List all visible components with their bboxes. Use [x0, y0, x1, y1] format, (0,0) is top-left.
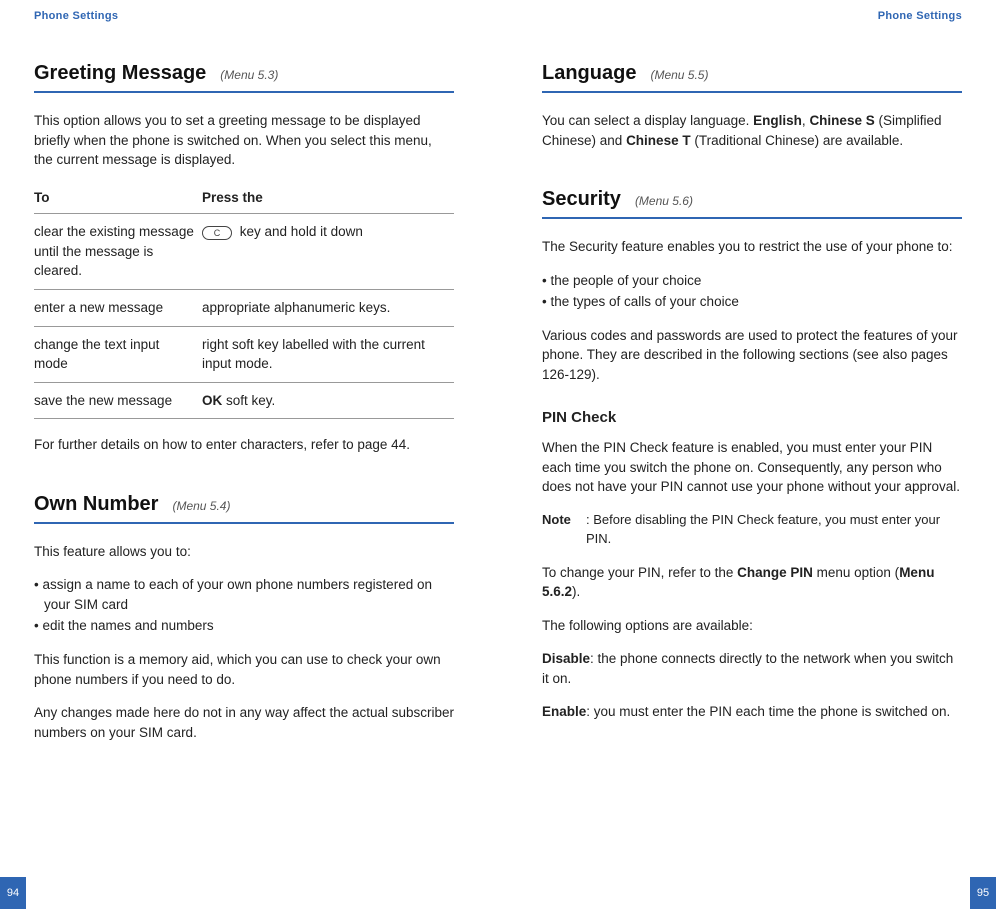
heading-menu-ref: (Menu 5.4) — [172, 499, 230, 513]
paragraph: The following options are available: — [542, 616, 962, 636]
table-header-to: To — [34, 184, 202, 214]
heading-menu-ref: (Menu 5.3) — [220, 68, 278, 82]
paragraph: Various codes and passwords are used to … — [542, 326, 962, 385]
section-security: Security (Menu 5.6) The Security feature… — [542, 188, 962, 722]
paragraph: This option allows you to set a greeting… — [34, 111, 454, 170]
heading-menu-ref: (Menu 5.5) — [650, 68, 708, 82]
table-cell-to: save the new message — [34, 382, 202, 419]
table-cell-press: C key and hold it down — [202, 214, 454, 290]
heading-title: Greeting Message — [34, 62, 206, 85]
table-cell-to: change the text input mode — [34, 326, 202, 382]
paragraph: Enable: you must enter the PIN each time… — [542, 702, 962, 722]
heading-row: Greeting Message (Menu 5.3) — [34, 62, 454, 93]
section-body: The Security feature enables you to rest… — [542, 237, 962, 722]
paragraph: This function is a memory aid, which you… — [34, 650, 454, 689]
instruction-table: To Press the clear the existing message … — [34, 184, 454, 420]
heading-title: Security — [542, 188, 621, 211]
paragraph: The Security feature enables you to rest… — [542, 237, 962, 257]
heading-title: Own Number — [34, 493, 158, 516]
heading-title: Language — [542, 62, 636, 85]
list-item: the types of calls of your choice — [542, 292, 962, 312]
page-number-left: 94 — [0, 877, 26, 909]
running-head-left: Phone Settings — [34, 10, 454, 22]
page-right: Phone Settings Language (Menu 5.5) You c… — [498, 0, 996, 909]
paragraph: Any changes made here do not in any way … — [34, 703, 454, 742]
bullet-list: the people of your choice the types of c… — [542, 271, 962, 312]
note-label: Note — [542, 511, 586, 549]
heading-row: Security (Menu 5.6) — [542, 188, 962, 219]
table-cell-to: clear the existing message until the mes… — [34, 214, 202, 290]
list-item: assign a name to each of your own phone … — [34, 575, 454, 614]
list-item: edit the names and numbers — [34, 616, 454, 636]
section-greeting-message: Greeting Message (Menu 5.3) This option … — [34, 62, 454, 455]
page-number-right: 95 — [970, 877, 996, 909]
table-cell-press: appropriate alphanumeric keys. — [202, 289, 454, 326]
section-body: You can select a display language. Engli… — [542, 111, 962, 150]
list-item: the people of your choice — [542, 271, 962, 291]
paragraph: For further details on how to enter char… — [34, 435, 454, 455]
section-own-number: Own Number (Menu 5.4) This feature allow… — [34, 493, 454, 743]
bullet-list: assign a name to each of your own phone … — [34, 575, 454, 636]
table-header-row: To Press the — [34, 184, 454, 214]
paragraph: This feature allows you to: — [34, 542, 454, 562]
note-block: Note : Before disabling the PIN Check fe… — [542, 511, 962, 549]
heading-row: Language (Menu 5.5) — [542, 62, 962, 93]
heading-row: Own Number (Menu 5.4) — [34, 493, 454, 524]
running-head-right: Phone Settings — [542, 10, 962, 22]
subheading-pin-check: PIN Check — [542, 407, 962, 429]
section-language: Language (Menu 5.5) You can select a dis… — [542, 62, 962, 150]
section-body: This option allows you to set a greeting… — [34, 111, 454, 455]
page-left: Phone Settings Greeting Message (Menu 5.… — [0, 0, 498, 909]
table-header-press: Press the — [202, 184, 454, 214]
clear-key-icon: C — [202, 226, 232, 240]
note-text: : Before disabling the PIN Check feature… — [586, 511, 962, 549]
paragraph: You can select a display language. Engli… — [542, 111, 962, 150]
paragraph: Disable: the phone connects directly to … — [542, 649, 962, 688]
section-body: This feature allows you to: assign a nam… — [34, 542, 454, 743]
page-spread: Phone Settings Greeting Message (Menu 5.… — [0, 0, 996, 909]
table-row: enter a new message appropriate alphanum… — [34, 289, 454, 326]
table-cell-press: right soft key labelled with the current… — [202, 326, 454, 382]
table-row: save the new message OK soft key. — [34, 382, 454, 419]
heading-menu-ref: (Menu 5.6) — [635, 194, 693, 208]
table-row: clear the existing message until the mes… — [34, 214, 454, 290]
paragraph: To change your PIN, refer to the Change … — [542, 563, 962, 602]
table-cell-press: OK soft key. — [202, 382, 454, 419]
table-row: change the text input mode right soft ke… — [34, 326, 454, 382]
table-cell-to: enter a new message — [34, 289, 202, 326]
paragraph: When the PIN Check feature is enabled, y… — [542, 438, 962, 497]
